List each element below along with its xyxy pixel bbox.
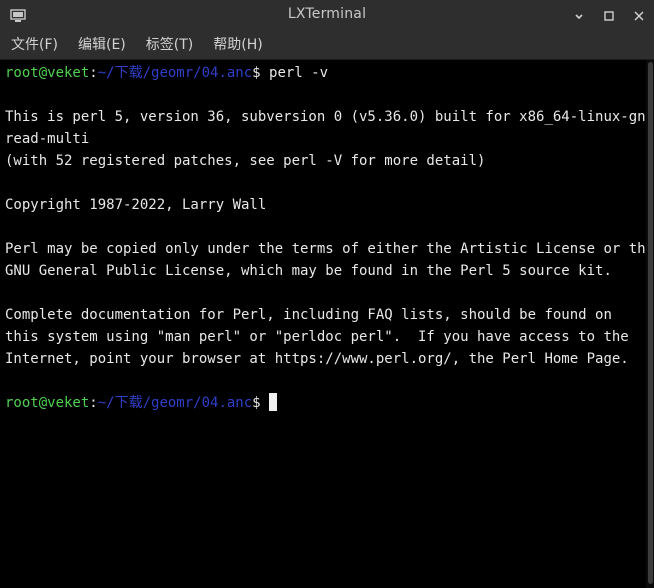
output-line: Complete documentation for Perl, includi… <box>5 307 612 323</box>
close-icon <box>634 6 644 25</box>
output-line: GNU General Public License, which may be… <box>5 263 612 279</box>
minimize-button[interactable] <box>564 0 594 31</box>
text-cursor <box>269 393 278 411</box>
title-bar[interactable]: LXTerminal <box>0 0 654 31</box>
prompt-colon: : <box>89 65 98 81</box>
terminal-output[interactable]: root@veket:~/下载/geomr/04.anc$ perl -v Th… <box>0 60 646 588</box>
minimize-icon <box>574 6 584 25</box>
output-line: (with 52 registered patches, see perl -V… <box>5 153 486 169</box>
scrollbar-thumb[interactable] <box>648 62 653 584</box>
menu-file[interactable]: 文件(F) <box>0 31 67 59</box>
prompt-user: root@veket <box>5 65 90 81</box>
output-line: this system using "man perl" or "perldoc… <box>5 329 629 345</box>
menu-tabs[interactable]: 标签(T) <box>135 31 202 59</box>
menu-bar: 文件(F) 编辑(E) 标签(T) 帮助(H) <box>0 31 654 60</box>
vertical-scrollbar[interactable] <box>646 60 654 588</box>
command-text: perl -v <box>260 65 329 81</box>
terminal-window: LXTerminal 文件(F) 编辑(E) 标签(T) 帮助(H) root@… <box>0 0 654 588</box>
prompt-colon: : <box>89 395 98 411</box>
prompt-path: ~/下载/geomr/04.anc <box>97 65 253 81</box>
output-line: read-multi <box>5 131 90 147</box>
window-controls <box>564 0 654 31</box>
menu-help[interactable]: 帮助(H) <box>202 31 271 59</box>
window-title: LXTerminal <box>287 6 367 22</box>
prompt-line: root@veket:~/下载/geomr/04.anc$ <box>5 392 646 414</box>
menu-edit[interactable]: 编辑(E) <box>67 31 135 59</box>
close-button[interactable] <box>624 0 654 31</box>
prompt-path: ~/下载/geomr/04.anc <box>97 395 253 411</box>
prompt-symbol: $ <box>252 65 261 81</box>
prompt-user: root@veket <box>5 395 90 411</box>
prompt-symbol: $ <box>252 395 261 411</box>
output-line: This is perl 5, version 36, subversion 0… <box>5 109 646 125</box>
maximize-button[interactable] <box>594 0 624 31</box>
maximize-icon <box>604 6 614 25</box>
prompt-line: root@veket:~/下载/geomr/04.anc$ perl -v <box>5 62 646 84</box>
output-line: Copyright 1987-2022, Larry Wall <box>5 197 267 213</box>
output-line: Perl may be copied only under the terms … <box>5 241 646 257</box>
output-line: Internet, point your browser at https://… <box>5 351 629 367</box>
